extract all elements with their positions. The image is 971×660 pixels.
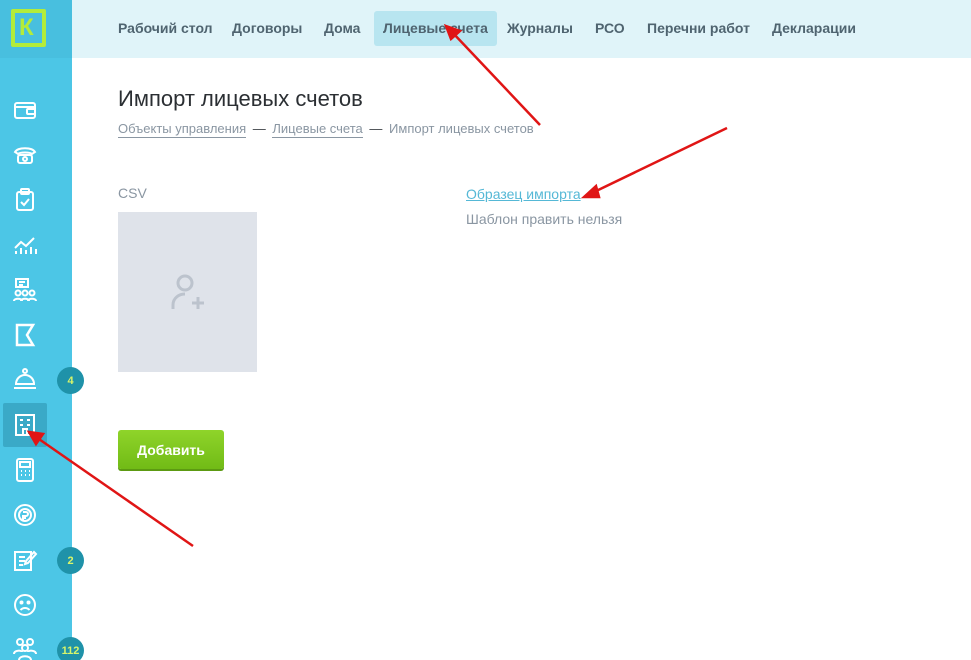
breadcrumb-link-objects[interactable]: Объекты управления [118, 121, 247, 138]
page-title: Импорт лицевых счетов [118, 86, 363, 111]
app-root: К 4 2 112 Рабочий стол Договоры Дома Лиц… [0, 0, 971, 660]
flag-icon[interactable] [10, 320, 40, 350]
top-nav: Рабочий стол Договоры Дома Лицевые счета… [72, 0, 971, 58]
money-icon[interactable] [10, 500, 40, 530]
badge-count: 4 [57, 367, 84, 394]
arrow-to-sample [591, 126, 728, 195]
breadcrumb-current: Импорт лицевых счетов [389, 121, 534, 136]
sidebar: К 4 2 112 [0, 0, 84, 660]
tab-journals[interactable]: Журналы [498, 11, 582, 46]
building-icon[interactable] [3, 403, 47, 447]
badge-count: 2 [57, 547, 84, 574]
logo[interactable]: К [0, 0, 72, 58]
edit-doc-icon[interactable] [10, 545, 40, 575]
file-upload-area[interactable] [118, 212, 257, 372]
add-button[interactable]: Добавить [118, 430, 224, 469]
arrowhead [580, 183, 601, 199]
breadcrumb-separator: — [369, 121, 383, 136]
sad-face-icon[interactable] [10, 590, 40, 620]
csv-label: CSV [118, 185, 147, 201]
chart-icon[interactable] [10, 230, 40, 260]
tab-declarations[interactable]: Декларации [763, 11, 865, 46]
phone-icon[interactable] [10, 140, 40, 170]
logo-letter: К [19, 14, 34, 41]
tab-contracts[interactable]: Договоры [223, 11, 311, 46]
service-bell-icon[interactable] [10, 365, 40, 395]
breadcrumb-separator: — [252, 121, 266, 136]
logo-icon: К [11, 9, 46, 47]
tab-dashboard[interactable]: Рабочий стол [109, 11, 222, 46]
add-user-icon [171, 274, 204, 309]
clipboard-icon[interactable] [10, 185, 40, 215]
breadcrumb-link-accounts[interactable]: Лицевые счета [272, 121, 363, 138]
tab-houses[interactable]: Дома [315, 11, 369, 46]
sample-import-link[interactable]: Образец импорта [466, 186, 581, 202]
tab-rso[interactable]: РСО [586, 11, 634, 46]
people-list-icon[interactable] [10, 275, 40, 305]
group-icon[interactable] [10, 632, 40, 660]
tab-personal-accounts[interactable]: Лицевые счета [374, 11, 497, 46]
calculator-icon[interactable] [10, 455, 40, 485]
sample-note: Шаблон править нельзя [466, 211, 623, 227]
tab-work-lists[interactable]: Перечни работ [638, 11, 759, 46]
badge-count: 112 [57, 637, 84, 660]
breadcrumb: Объекты управления — Лицевые счета — Имп… [118, 121, 534, 138]
wallet-icon[interactable] [10, 95, 40, 125]
